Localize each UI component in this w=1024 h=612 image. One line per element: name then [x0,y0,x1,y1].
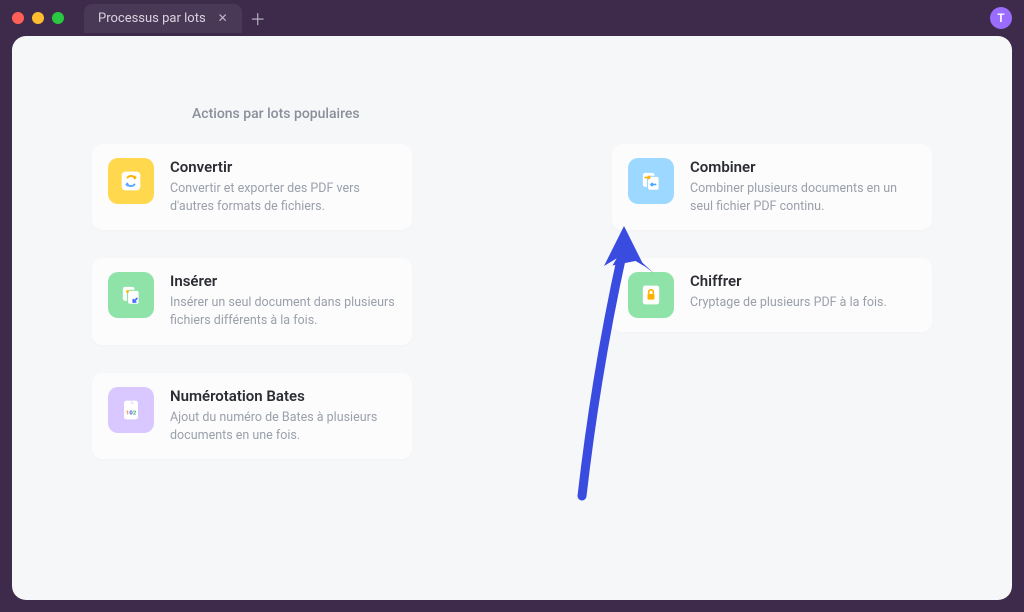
card-title: Numérotation Bates [170,387,396,405]
card-desc: Ajout du numéro de Bates à plusieurs doc… [170,409,396,445]
close-window-button[interactable] [12,12,24,24]
avatar-initial: T [997,11,1004,25]
card-text: Numérotation Bates Ajout du numéro de Ba… [170,387,396,445]
tab-title: Processus par lots [98,11,206,26]
card-encrypt[interactable]: Chiffrer Cryptage de plusieurs PDF à la … [612,258,932,332]
tab-bar: Processus par lots ✕ ＋ [84,4,990,33]
card-title: Convertir [170,158,396,176]
close-tab-icon[interactable]: ✕ [218,11,228,25]
card-desc: Cryptage de plusieurs PDF à la fois. [690,294,916,312]
app-window: Processus par lots ✕ ＋ T Actions par lot… [0,0,1024,612]
new-tab-button[interactable]: ＋ [246,6,270,30]
card-text: Chiffrer Cryptage de plusieurs PDF à la … [690,272,916,312]
maximize-window-button[interactable] [52,12,64,24]
card-text: Insérer Insérer un seul document dans pl… [170,272,396,330]
card-insert[interactable]: Insérer Insérer un seul document dans pl… [92,258,412,344]
card-desc: Combiner plusieurs documents en un seul … [690,180,916,216]
encrypt-icon [628,272,674,318]
tab-batch-process[interactable]: Processus par lots ✕ [84,4,242,33]
page-content: Actions par lots populaires Convertir Co… [12,36,1012,600]
section-heading: Actions par lots populaires [192,106,932,122]
svg-text:1: 1 [126,410,129,416]
actions-grid: Convertir Convertir et exporter des PDF … [92,144,932,459]
titlebar: Processus par lots ✕ ＋ T [0,0,1024,36]
card-convert[interactable]: Convertir Convertir et exporter des PDF … [92,144,412,230]
bates-icon: 0 1 2 [108,387,154,433]
card-combine[interactable]: Combiner Combiner plusieurs documents en… [612,144,932,230]
minimize-window-button[interactable] [32,12,44,24]
card-text: Combiner Combiner plusieurs documents en… [690,158,916,216]
card-title: Insérer [170,272,396,290]
avatar[interactable]: T [990,7,1012,29]
card-title: Chiffrer [690,272,916,290]
card-desc: Insérer un seul document dans plusieurs … [170,294,396,330]
card-text: Convertir Convertir et exporter des PDF … [170,158,396,216]
combine-icon [628,158,674,204]
convert-icon [108,158,154,204]
card-bates[interactable]: 0 1 2 Numérotation Bates Ajout du numéro… [92,373,412,459]
card-title: Combiner [690,158,916,176]
card-desc: Convertir et exporter des PDF vers d'aut… [170,180,396,216]
insert-icon [108,272,154,318]
window-controls [12,12,64,24]
